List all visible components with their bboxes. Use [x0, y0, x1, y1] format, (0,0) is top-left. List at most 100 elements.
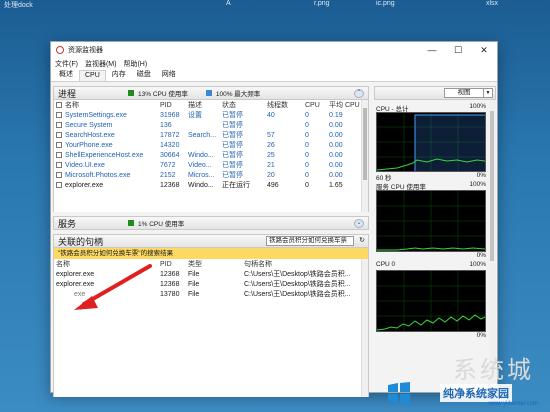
watermark: 系统城 纯净系统家园 www.yidaimei.com: [374, 350, 544, 410]
desktop-item[interactable]: A: [226, 0, 231, 7]
process-checkbox[interactable]: [56, 181, 62, 188]
process-cell: 30664: [160, 151, 180, 159]
process-name-cell: Microsoft.Photos.exe: [54, 170, 158, 180]
process-checkbox[interactable]: [56, 171, 62, 178]
cpu0-footer: 0%: [374, 332, 488, 341]
column-header[interactable]: CPU: [303, 100, 327, 110]
process-checkbox[interactable]: [56, 151, 62, 158]
expand-services-icon[interactable]: ⌄: [354, 219, 364, 228]
cpu0-min: 0%: [476, 332, 486, 339]
desktop-top-strip: 处理dock A r.png ic.png xlsx: [0, 0, 550, 10]
tab-memory[interactable]: 内存: [107, 68, 131, 81]
process-cell: 25: [267, 151, 275, 159]
close-button[interactable]: ✕: [471, 45, 497, 56]
process-checkbox[interactable]: [56, 161, 62, 168]
handles-header[interactable]: 关联的句柄 铁路会员积分如何兑换车票 ↻: [53, 234, 369, 248]
menu-monitor[interactable]: 监视器(M): [85, 59, 117, 69]
column-header[interactable]: 名称: [54, 100, 158, 110]
column-header[interactable]: 线程数: [265, 100, 303, 110]
process-cell: 设置: [188, 112, 202, 119]
process-row[interactable]: SearchHost.exe 17872 Search... 已暂停 57 0 0.00: [54, 130, 363, 140]
maximize-button[interactable]: ☐: [445, 45, 471, 56]
process-checkbox[interactable]: [56, 131, 62, 138]
cpu0-max: 100%: [469, 261, 486, 268]
menu-file[interactable]: 文件(F): [55, 59, 78, 69]
processes-table: 名称 PID 描述 状态 线程数 CPU 平均 CPU SystemSettin…: [54, 100, 363, 190]
process-row[interactable]: Secure System 136 已暂停 0 0.00: [54, 120, 363, 130]
process-cell: 0: [305, 171, 309, 179]
process-cell: 17872: [160, 131, 180, 139]
view-dropdown-icon[interactable]: ▼: [484, 88, 493, 98]
tab-overview[interactable]: 概述: [54, 68, 78, 81]
process-cell: 496: [267, 181, 279, 189]
tab-network[interactable]: 网络: [157, 68, 181, 81]
services-header[interactable]: 服务 1% CPU 使用率 ⌄: [53, 216, 369, 230]
process-cell: 已暂停: [222, 172, 243, 179]
search-result-banner: "铁路会员积分如何兑换车票"的搜索结果: [53, 248, 369, 259]
process-cell: 0: [305, 121, 309, 129]
process-cell: 0: [305, 131, 309, 139]
service-cpu-footer: 0%: [374, 252, 488, 261]
process-checkbox[interactable]: [56, 141, 62, 148]
cpu-total-footer: 60 秒 0%: [374, 172, 488, 182]
process-row[interactable]: explorer.exe 12368 Windo... 正在运行 496 0 1.65: [54, 180, 363, 190]
title-bar: 资源监视器 — ☐ ✕: [51, 42, 497, 58]
process-cell: Windo...: [188, 181, 214, 189]
desktop-item[interactable]: xlsx: [486, 0, 498, 7]
process-name-cell: ShellExperienceHost.exe: [54, 150, 158, 160]
handles-scrollbar[interactable]: [361, 259, 368, 397]
tab-cpu[interactable]: CPU: [79, 70, 106, 81]
process-cell: 0: [305, 181, 309, 189]
handle-cell: C:\Users\王\Desktop\铁路会员积...: [244, 291, 351, 298]
column-header[interactable]: 状态: [220, 100, 265, 110]
tab-disk[interactable]: 磁盘: [132, 68, 156, 81]
process-cell: 0.00: [329, 141, 343, 149]
process-checkbox[interactable]: [56, 121, 62, 128]
process-name-cell: Secure System: [54, 120, 158, 130]
process-cell: 0: [305, 161, 309, 169]
windows-logo-icon: [388, 382, 410, 404]
watermark-url: www.yidaimei.com: [488, 401, 538, 407]
process-row[interactable]: SystemSettings.exe 31968 设置 已暂停 40 0 0.19: [54, 110, 363, 120]
processes-header[interactable]: 进程 13% CPU 使用率 100% 最大频率 ⌃: [53, 86, 369, 100]
process-row[interactable]: ShellExperienceHost.exe 30664 Windo... 已暂停 2…: [54, 150, 363, 160]
column-header[interactable]: 描述: [186, 100, 220, 110]
view-button[interactable]: 视图: [444, 88, 484, 98]
column-header[interactable]: 平均 CPU: [327, 100, 363, 110]
minimize-button[interactable]: —: [419, 45, 445, 55]
process-name-cell: SystemSettings.exe: [54, 110, 158, 120]
process-cell: Video...: [188, 161, 212, 169]
process-checkbox[interactable]: [56, 111, 62, 118]
handle-cell: File: [188, 280, 200, 288]
collapse-processes-icon[interactable]: ⌃: [354, 89, 364, 98]
process-cell: 已暂停: [222, 112, 243, 119]
menu-help[interactable]: 帮助(H): [123, 59, 147, 69]
process-cell: 1.65: [329, 181, 343, 189]
column-header[interactable]: PID: [158, 100, 186, 110]
handle-search-input[interactable]: 铁路会员积分如何兑换车票: [266, 236, 354, 246]
process-row[interactable]: YourPhone.exe 14320 已暂停 26 0 0.00: [54, 140, 363, 150]
cpu0-label: CPU 0: [376, 261, 396, 268]
process-cell: 0.00: [329, 151, 343, 159]
process-row[interactable]: Microsoft.Photos.exe 2152 Micros... 已暂停 20 0 0…: [54, 170, 363, 180]
desktop-item[interactable]: 处理dock: [4, 0, 33, 10]
tab-strip: 概述 CPU 内存 磁盘 网络: [51, 69, 497, 82]
process-cell: 已暂停: [222, 162, 243, 169]
process-row[interactable]: Video.UI.exe 7672 Video... 已暂停 21 0 0.00: [54, 160, 363, 170]
select-all-checkbox[interactable]: [56, 102, 62, 108]
processes-column-headers: 名称 PID 描述 状态 线程数 CPU 平均 CPU: [54, 100, 363, 110]
window-title: 资源监视器: [68, 47, 103, 54]
desktop-item[interactable]: ic.png: [376, 0, 395, 7]
handles-title: 关联的句柄: [58, 236, 104, 247]
process-cell: [186, 140, 220, 150]
processes-scrollbar[interactable]: [361, 100, 368, 212]
scroll-thumb[interactable]: [490, 111, 494, 261]
refresh-search-icon[interactable]: ↻: [356, 236, 368, 246]
scroll-thumb[interactable]: [363, 108, 367, 180]
column-header[interactable]: PID: [158, 259, 186, 269]
column-header[interactable]: 句柄名称: [242, 259, 363, 269]
graphs-scrollbar[interactable]: [489, 101, 496, 390]
column-header[interactable]: 类型: [186, 259, 242, 269]
handle-cell: File: [188, 290, 200, 298]
desktop-item[interactable]: r.png: [314, 0, 330, 7]
